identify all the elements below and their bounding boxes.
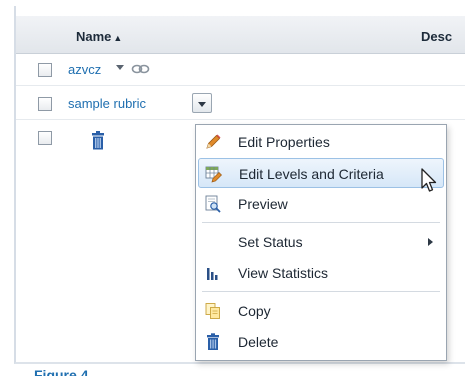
table-row: azvcz <box>16 54 465 86</box>
rubric-link[interactable]: sample rubric <box>68 96 146 111</box>
preview-icon <box>205 195 221 213</box>
copy-icon <box>205 303 220 319</box>
menu-item-edit-properties[interactable]: Edit Properties <box>196 127 446 157</box>
menu-item-edit-levels-and-criteria[interactable]: Edit Levels and Criteria <box>198 158 444 188</box>
menu-item-copy[interactable]: Copy <box>196 296 446 326</box>
pencil-icon <box>206 134 221 149</box>
chevron-right-icon <box>428 238 433 246</box>
menu-separator <box>202 222 440 223</box>
sort-ascending-icon: ▲ <box>113 33 123 43</box>
row-checkbox[interactable] <box>38 97 52 111</box>
row-checkbox[interactable] <box>38 63 52 77</box>
grid-pencil-icon <box>205 166 222 183</box>
menu-separator <box>202 291 440 292</box>
row-context-menu: Edit Properties Edit Levels and Criteria <box>195 124 447 361</box>
trash-icon[interactable] <box>90 131 106 151</box>
trash-icon <box>207 333 219 350</box>
menu-item-view-statistics[interactable]: View Statistics <box>196 258 446 288</box>
menu-item-delete[interactable]: Delete <box>196 327 446 357</box>
menu-item-set-status[interactable]: Set Status <box>196 227 446 257</box>
name-column-header[interactable]: Name ▲ <box>76 29 122 44</box>
description-column-header[interactable]: Desc <box>421 29 452 44</box>
table-row: sample rubric <box>16 88 465 120</box>
chevron-down-icon[interactable] <box>116 65 124 70</box>
rubric-link[interactable]: azvcz <box>68 62 101 77</box>
row-checkbox[interactable] <box>38 131 52 145</box>
figure-caption-partial: Figure 4 <box>34 367 89 376</box>
menu-item-preview[interactable]: Preview <box>196 189 446 219</box>
link-icon[interactable] <box>131 63 151 75</box>
row-actions-menu-button[interactable] <box>192 93 212 113</box>
rubric-list-panel: Name ▲ Desc azvcz sample rubric Edit Pro… <box>14 6 465 364</box>
bar-chart-icon <box>207 268 218 280</box>
table-header: Name ▲ Desc <box>16 16 465 54</box>
mouse-cursor-icon <box>421 168 437 192</box>
